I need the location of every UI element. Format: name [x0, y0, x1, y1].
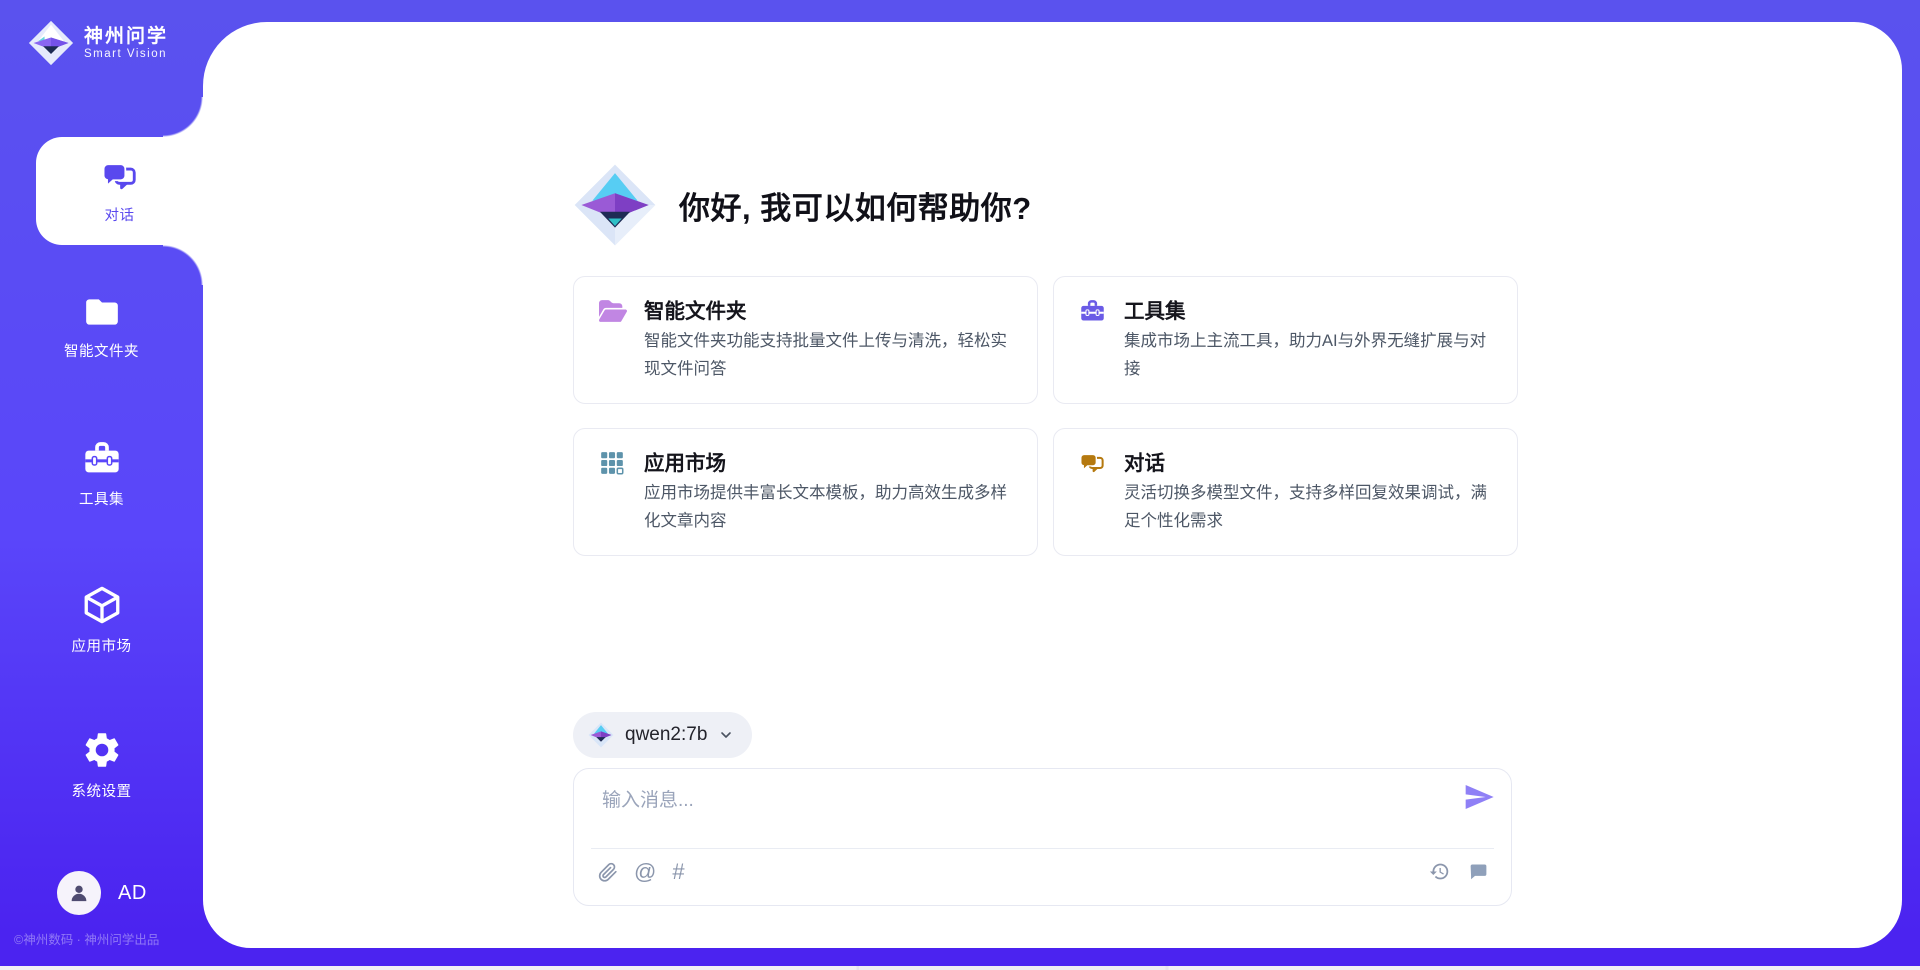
card-toolset[interactable]: 工具集 集成市场上主流工具，助力AI与外界无缝扩展与对接 — [1053, 276, 1518, 404]
card-description: 应用市场提供丰富长文本模板，助力高效生成多样化文章内容 — [644, 479, 1017, 535]
user-initials: AD — [118, 882, 147, 905]
sidebar-item-label: 智能文件夹 — [64, 340, 139, 361]
briefcase-icon — [1079, 298, 1106, 325]
model-name: qwen2:7b — [625, 724, 707, 746]
greeting-text: 你好, 我可以如何帮助你? — [679, 183, 1032, 228]
sidebar-item-toolset[interactable]: 工具集 — [0, 439, 203, 509]
quick-phrase-icon[interactable] — [1468, 861, 1489, 882]
sidebar-item-app-market[interactable]: 应用市场 — [0, 584, 203, 656]
message-composer: @ # — [573, 768, 1512, 906]
tab-curve-bottom — [163, 245, 203, 285]
brand-diamond-icon — [28, 20, 74, 66]
model-selector[interactable]: qwen2:7b — [573, 712, 752, 758]
hash-icon[interactable]: # — [672, 861, 684, 883]
greeting-logo-icon — [573, 163, 657, 247]
main-content-area: 你好, 我可以如何帮助你? 智能文件夹 智能文件夹功能支持批量文件上传与清洗，轻… — [203, 22, 1902, 948]
sidebar-item-settings[interactable]: 系统设置 — [0, 729, 203, 801]
sidebar-item-label: 工具集 — [79, 488, 124, 509]
folder-icon — [82, 293, 122, 331]
briefcase-icon — [82, 439, 122, 479]
feature-cards: 智能文件夹 智能文件夹功能支持批量文件上传与清洗，轻松实现文件问答 工具集 集成… — [573, 276, 1518, 556]
composer-tools-right — [1429, 861, 1489, 882]
card-description: 集成市场上主流工具，助力AI与外界无缝扩展与对接 — [1124, 327, 1497, 383]
sidebar-item-label: 对话 — [105, 204, 135, 225]
brand-subtitle: Smart Vision — [84, 48, 168, 60]
composer-divider — [591, 848, 1494, 849]
history-icon[interactable] — [1429, 861, 1450, 882]
sidebar-item-label: 应用市场 — [72, 635, 132, 656]
send-icon[interactable] — [1463, 781, 1495, 813]
at-sign-icon[interactable]: @ — [634, 861, 656, 883]
card-title: 对话 — [1124, 446, 1165, 476]
paperclip-icon[interactable] — [598, 862, 618, 883]
card-app-market[interactable]: 应用市场 应用市场提供丰富长文本模板，助力高效生成多样化文章内容 — [573, 428, 1038, 556]
copyright-text: ©神州数码 · 神州问学出品 — [14, 929, 204, 948]
brand-logo: 神州问学 Smart Vision — [28, 20, 168, 66]
grid-icon — [599, 450, 625, 476]
card-title: 应用市场 — [644, 446, 726, 476]
system-taskbar-sliver — [0, 966, 1920, 970]
app-window: 神州问学 Smart Vision 你好, 我可以如何帮助你? — [0, 0, 1920, 970]
sidebar-item-label: 系统设置 — [72, 780, 132, 801]
avatar — [57, 871, 101, 915]
greeting: 你好, 我可以如何帮助你? — [573, 163, 1032, 247]
message-input[interactable] — [600, 783, 1440, 841]
card-chat[interactable]: 对话 灵活切换多模型文件，支持多样回复效果调试，满足个性化需求 — [1053, 428, 1518, 556]
card-title: 智能文件夹 — [644, 294, 747, 324]
chat-icon — [1079, 450, 1106, 477]
card-smart-folder[interactable]: 智能文件夹 智能文件夹功能支持批量文件上传与清洗，轻松实现文件问答 — [573, 276, 1038, 404]
chat-icon — [100, 158, 140, 196]
tab-curve-top — [163, 97, 203, 137]
cube-icon — [81, 584, 123, 626]
brand-name: 神州问学 — [84, 26, 168, 48]
brand-diamond-icon — [588, 722, 614, 748]
chevron-down-icon — [718, 727, 734, 743]
card-title: 工具集 — [1124, 294, 1186, 324]
sidebar-item-chat[interactable]: 对话 — [36, 137, 203, 245]
user-account[interactable]: AD — [57, 871, 147, 915]
composer-tools-left: @ # — [598, 861, 685, 883]
gear-icon — [81, 729, 123, 771]
card-description: 灵活切换多模型文件，支持多样回复效果调试，满足个性化需求 — [1124, 479, 1497, 535]
brand-text: 神州问学 Smart Vision — [84, 26, 168, 60]
sidebar-item-smart-folder[interactable]: 智能文件夹 — [0, 293, 203, 361]
card-description: 智能文件夹功能支持批量文件上传与清洗，轻松实现文件问答 — [644, 327, 1017, 383]
open-folder-icon — [599, 298, 627, 324]
